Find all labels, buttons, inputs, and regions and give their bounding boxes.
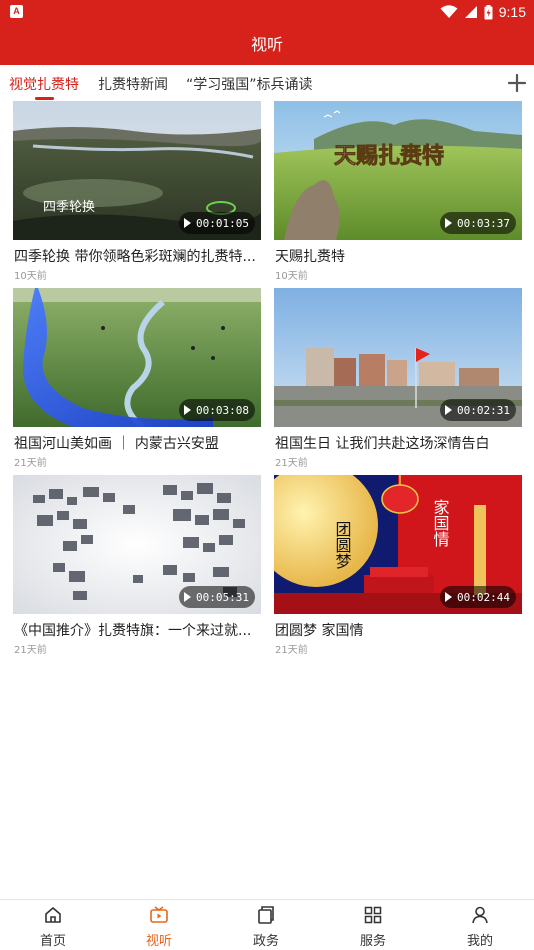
nav-label: 我的 bbox=[466, 934, 493, 949]
play-icon bbox=[184, 218, 192, 228]
duration-label: 00:05:31 bbox=[196, 590, 249, 604]
add-tab-icon[interactable] bbox=[504, 70, 530, 96]
video-title[interactable]: 《中国推介》扎赉特旗：一个来过就... bbox=[14, 620, 261, 640]
video-time: 10天前 bbox=[275, 271, 308, 282]
video-thumbnail[interactable]: 00:03:08 bbox=[13, 288, 261, 427]
nav-home[interactable]: 首页 bbox=[0, 900, 106, 950]
tab-visual-zalaite[interactable]: 视觉扎赉特 bbox=[9, 74, 79, 94]
play-icon bbox=[445, 218, 453, 228]
video-time: 21天前 bbox=[14, 458, 47, 469]
video-time: 21天前 bbox=[275, 645, 308, 656]
duration-label: 00:03:37 bbox=[457, 216, 510, 230]
video-thumbnail[interactable]: 天赐扎赉特 00:03:37 bbox=[274, 101, 522, 240]
video-time: 10天前 bbox=[14, 271, 47, 282]
video-card[interactable]: 00:05:31 《中国推介》扎赉特旗：一个来过就... 21天前 bbox=[13, 475, 261, 656]
nav-label: 政务 bbox=[252, 934, 279, 949]
app-notification-icon: A bbox=[10, 5, 23, 18]
grid-icon bbox=[364, 906, 382, 924]
nav-profile[interactable]: 我的 bbox=[427, 900, 533, 950]
person-icon bbox=[472, 906, 488, 924]
duration-badge: 00:01:05 bbox=[179, 212, 255, 234]
status-icons: 9:15 bbox=[440, 3, 526, 21]
documents-icon bbox=[258, 906, 274, 924]
signal-icon bbox=[464, 6, 477, 18]
video-title[interactable]: 天赐扎赉特 bbox=[275, 246, 522, 266]
status-time: 9:15 bbox=[498, 4, 526, 20]
video-thumbnail[interactable]: 四季轮换 00:01:05 bbox=[13, 101, 261, 240]
status-bar: A 9:15 bbox=[0, 0, 534, 24]
video-title[interactable]: 四季轮换 带你领略色彩斑斓的扎赉特... bbox=[14, 246, 261, 266]
duration-badge: 00:02:31 bbox=[440, 399, 516, 421]
tab-zalaite-news[interactable]: 扎赉特新闻 bbox=[98, 74, 168, 94]
nav-label: 服务 bbox=[359, 934, 386, 949]
nav-label: 视听 bbox=[145, 934, 172, 949]
play-icon bbox=[184, 592, 192, 602]
thumbnail-overlay-text: 天赐扎赉特 bbox=[334, 143, 444, 169]
duration-badge: 00:03:37 bbox=[440, 212, 516, 234]
tab-study-recitation[interactable]: “学习强国”标兵诵读 bbox=[186, 74, 313, 94]
video-time: 21天前 bbox=[275, 458, 308, 469]
thumbnail-overlay-text-right: 家国情 bbox=[431, 499, 450, 548]
nav-label: 首页 bbox=[39, 934, 66, 949]
video-card[interactable]: 00:03:08 祖国河山美如画 ｜ 内蒙古兴安盟 21天前 bbox=[13, 288, 261, 469]
play-icon bbox=[445, 592, 453, 602]
duration-label: 00:01:05 bbox=[196, 216, 249, 230]
duration-badge: 00:02:44 bbox=[440, 586, 516, 608]
video-card[interactable]: 00:02:31 祖国生日 让我们共赴这场深情告白 21天前 bbox=[274, 288, 522, 469]
duration-label: 00:02:31 bbox=[457, 403, 510, 417]
bottom-navigation: 首页 视听 政务 服务 我的 bbox=[0, 899, 534, 950]
video-card[interactable]: 天赐扎赉特 00:03:37 天赐扎赉特 10天前 bbox=[274, 101, 522, 282]
duration-badge: 00:03:08 bbox=[179, 399, 255, 421]
video-title[interactable]: 祖国生日 让我们共赴这场深情告白 bbox=[275, 433, 522, 453]
active-tab-indicator bbox=[35, 97, 54, 100]
nav-government[interactable]: 政务 bbox=[213, 900, 319, 950]
play-icon bbox=[445, 405, 453, 415]
video-time: 21天前 bbox=[14, 645, 47, 656]
nav-video[interactable]: 视听 bbox=[106, 900, 212, 950]
play-icon bbox=[184, 405, 192, 415]
video-title[interactable]: 祖国河山美如画 ｜ 内蒙古兴安盟 bbox=[14, 433, 261, 453]
duration-label: 00:02:44 bbox=[457, 590, 510, 604]
video-card[interactable]: 四季轮换 00:01:05 四季轮换 带你领略色彩斑斓的扎赉特... 10天前 bbox=[13, 101, 261, 282]
wifi-icon bbox=[440, 5, 458, 18]
nav-services[interactable]: 服务 bbox=[320, 900, 426, 950]
duration-label: 00:03:08 bbox=[196, 403, 249, 417]
duration-badge: 00:05:31 bbox=[179, 586, 255, 608]
thumbnail-overlay-text: 四季轮换 bbox=[43, 200, 95, 215]
video-title[interactable]: 团圆梦 家国情 bbox=[275, 620, 522, 640]
video-card[interactable]: 团圆梦 家国情 00:02:44 团圆梦 家国情 21天前 bbox=[274, 475, 522, 656]
home-icon bbox=[45, 907, 61, 923]
video-thumbnail[interactable]: 团圆梦 家国情 00:02:44 bbox=[274, 475, 522, 614]
page-title: 视听 bbox=[0, 24, 534, 65]
video-thumbnail[interactable]: 00:05:31 bbox=[13, 475, 261, 614]
thumbnail-overlay-text-left: 团圆梦 bbox=[333, 521, 352, 569]
video-thumbnail[interactable]: 00:02:31 bbox=[274, 288, 522, 427]
battery-icon bbox=[484, 4, 493, 19]
video-icon bbox=[150, 906, 168, 923]
channel-tabs: 视觉扎赉特 扎赉特新闻 “学习强国”标兵诵读 bbox=[0, 65, 534, 102]
